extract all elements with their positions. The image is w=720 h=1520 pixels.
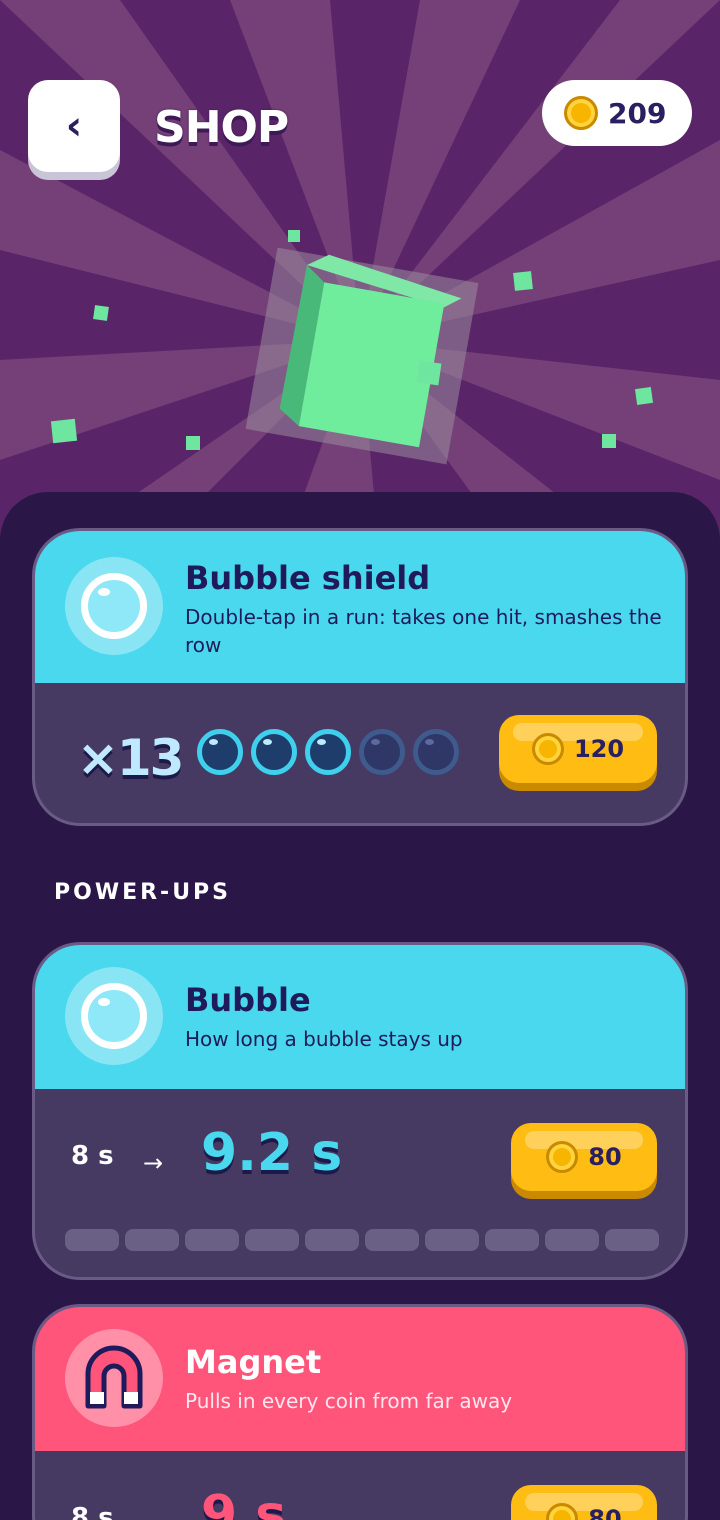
owned-count: ×13 <box>77 729 184 787</box>
coin-icon <box>546 1503 579 1520</box>
charge-filled <box>251 729 297 775</box>
card-header: Bubble How long a bubble stays up <box>35 945 685 1089</box>
card-description: Double-tap in a run: takes one hit, smas… <box>185 605 662 657</box>
progress-segment <box>605 1229 659 1251</box>
charge-empty <box>359 729 405 775</box>
card-description: Pulls in every coin from far away <box>185 1389 513 1413</box>
charge-filled <box>305 729 351 775</box>
progress-segment <box>365 1229 419 1251</box>
card-description: How long a bubble stays up <box>185 1027 463 1051</box>
card-body: ×13 120 <box>35 683 685 823</box>
upgraded-duration: 9 s <box>201 1485 287 1520</box>
charge-empty <box>413 729 459 775</box>
card-header: Magnet Pulls in every coin from far away <box>35 1307 685 1451</box>
progress-segment <box>305 1229 359 1251</box>
bubble-icon <box>65 967 163 1065</box>
price-label: 80 <box>588 1143 622 1171</box>
buy-magnet-upgrade-button[interactable]: 80 <box>511 1485 657 1520</box>
powerup-card-bubble: Bubble How long a bubble stays up 8 s → … <box>32 942 688 1280</box>
buy-bubble-shield-button[interactable]: 120 <box>499 715 657 783</box>
progress-segment <box>185 1229 239 1251</box>
powerup-card-magnet: Magnet Pulls in every coin from far away… <box>32 1304 688 1520</box>
current-duration: 8 s <box>71 1503 114 1520</box>
chevron-left-icon: ‹ <box>65 103 83 149</box>
coin-icon <box>531 733 564 765</box>
card-header: Bubble shield Double-tap in a run: takes… <box>35 531 685 683</box>
charges-indicator <box>197 729 459 775</box>
coin-balance: 209 <box>542 80 692 146</box>
progress-segment <box>485 1229 539 1251</box>
upgraded-duration: 9.2 s <box>201 1123 343 1183</box>
card-title: Magnet <box>185 1343 322 1381</box>
card-title: Bubble shield <box>185 559 431 597</box>
progress-segment <box>545 1229 599 1251</box>
price-label: 120 <box>573 735 625 763</box>
current-duration: 8 s <box>71 1141 114 1171</box>
bubble-shield-icon <box>65 557 163 655</box>
upgrade-progress-bar <box>65 1229 659 1251</box>
coin-icon <box>546 1141 579 1173</box>
coin-balance-value: 209 <box>608 96 667 130</box>
section-heading: POWER-UPS <box>54 880 232 905</box>
progress-segment <box>425 1229 479 1251</box>
magnet-icon <box>65 1329 163 1427</box>
charge-filled <box>197 729 243 775</box>
arrow-right-icon: → <box>143 1149 164 1177</box>
back-button[interactable]: ‹ <box>28 80 120 172</box>
featured-card-bubble-shield: Bubble shield Double-tap in a run: takes… <box>32 528 688 826</box>
progress-segment <box>245 1229 299 1251</box>
card-title: Bubble <box>185 981 311 1019</box>
price-label: 80 <box>588 1505 622 1520</box>
hero-banner: ‹ SHOP 209 <box>0 0 720 560</box>
card-body: 8 s 9 s 80 <box>35 1451 685 1520</box>
buy-bubble-upgrade-button[interactable]: 80 <box>511 1123 657 1191</box>
card-body: 8 s → 9.2 s 80 <box>35 1089 685 1277</box>
progress-segment <box>65 1229 119 1251</box>
coin-icon <box>564 96 598 130</box>
page-title: SHOP <box>154 102 289 153</box>
progress-segment <box>125 1229 179 1251</box>
